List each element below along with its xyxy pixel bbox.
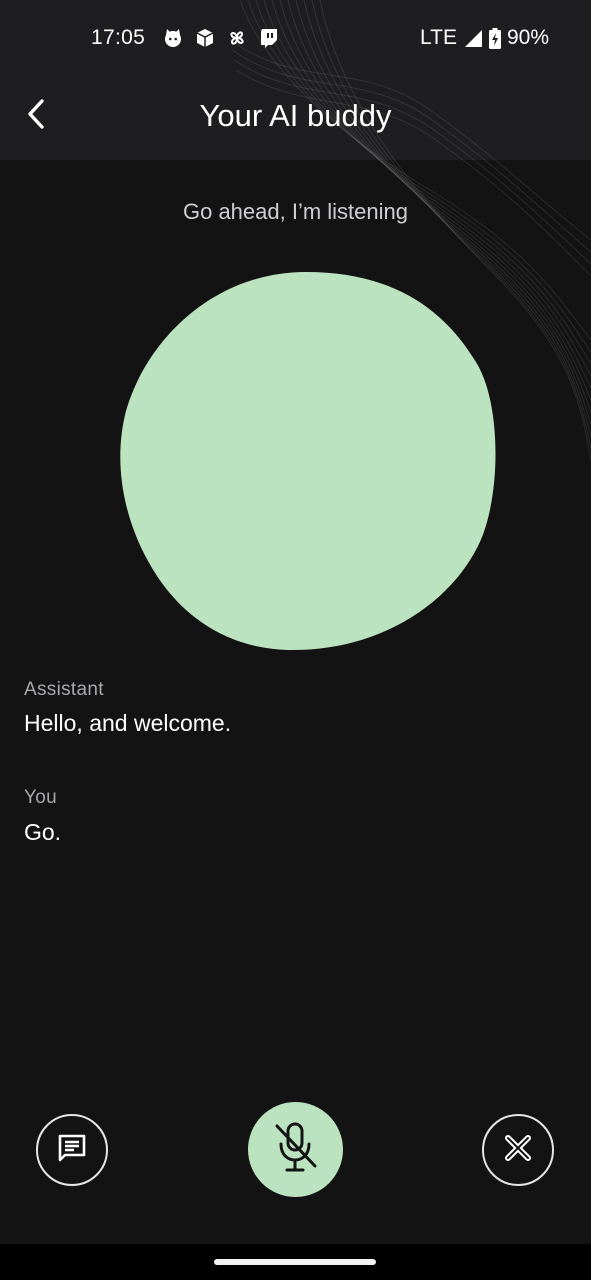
end-session-button[interactable] bbox=[482, 1114, 554, 1186]
voice-orb-shape bbox=[120, 272, 496, 650]
cat-icon bbox=[162, 27, 184, 49]
battery-icon bbox=[488, 27, 501, 49]
transcript-role-user: You bbox=[24, 787, 57, 808]
package-icon bbox=[194, 27, 216, 49]
pinwheel-icon bbox=[226, 27, 248, 49]
page-title: Your AI buddy bbox=[199, 98, 392, 133]
chat-icon bbox=[55, 1131, 89, 1170]
status-time: 17:05 bbox=[91, 26, 146, 49]
network-label: LTE bbox=[420, 26, 457, 49]
transcript-message-user: Go. bbox=[24, 819, 62, 845]
status-bar: 17:05 LTE 90% bbox=[0, 0, 591, 78]
mic-toggle-button[interactable] bbox=[248, 1102, 343, 1197]
ai-buddy-screen: 17:05 LTE 90% Your AI buddy Go ahead, I’… bbox=[0, 0, 591, 1280]
chat-button[interactable] bbox=[36, 1114, 108, 1186]
listening-status: Go ahead, I’m listening bbox=[182, 199, 409, 224]
twitch-icon bbox=[258, 27, 280, 49]
voice-orb bbox=[120, 272, 496, 650]
notification-icons bbox=[162, 27, 280, 49]
battery-level: 90% bbox=[506, 26, 549, 49]
system-nav-bar bbox=[0, 1244, 591, 1280]
close-icon bbox=[503, 1133, 533, 1168]
transcript-message-assistant: Hello, and welcome. bbox=[24, 710, 232, 736]
status-right: LTE 90% bbox=[420, 26, 549, 50]
signal-icon bbox=[463, 28, 483, 48]
mic-off-icon bbox=[270, 1119, 322, 1180]
home-indicator[interactable] bbox=[214, 1259, 376, 1265]
transcript-role-assistant: Assistant bbox=[24, 679, 104, 700]
